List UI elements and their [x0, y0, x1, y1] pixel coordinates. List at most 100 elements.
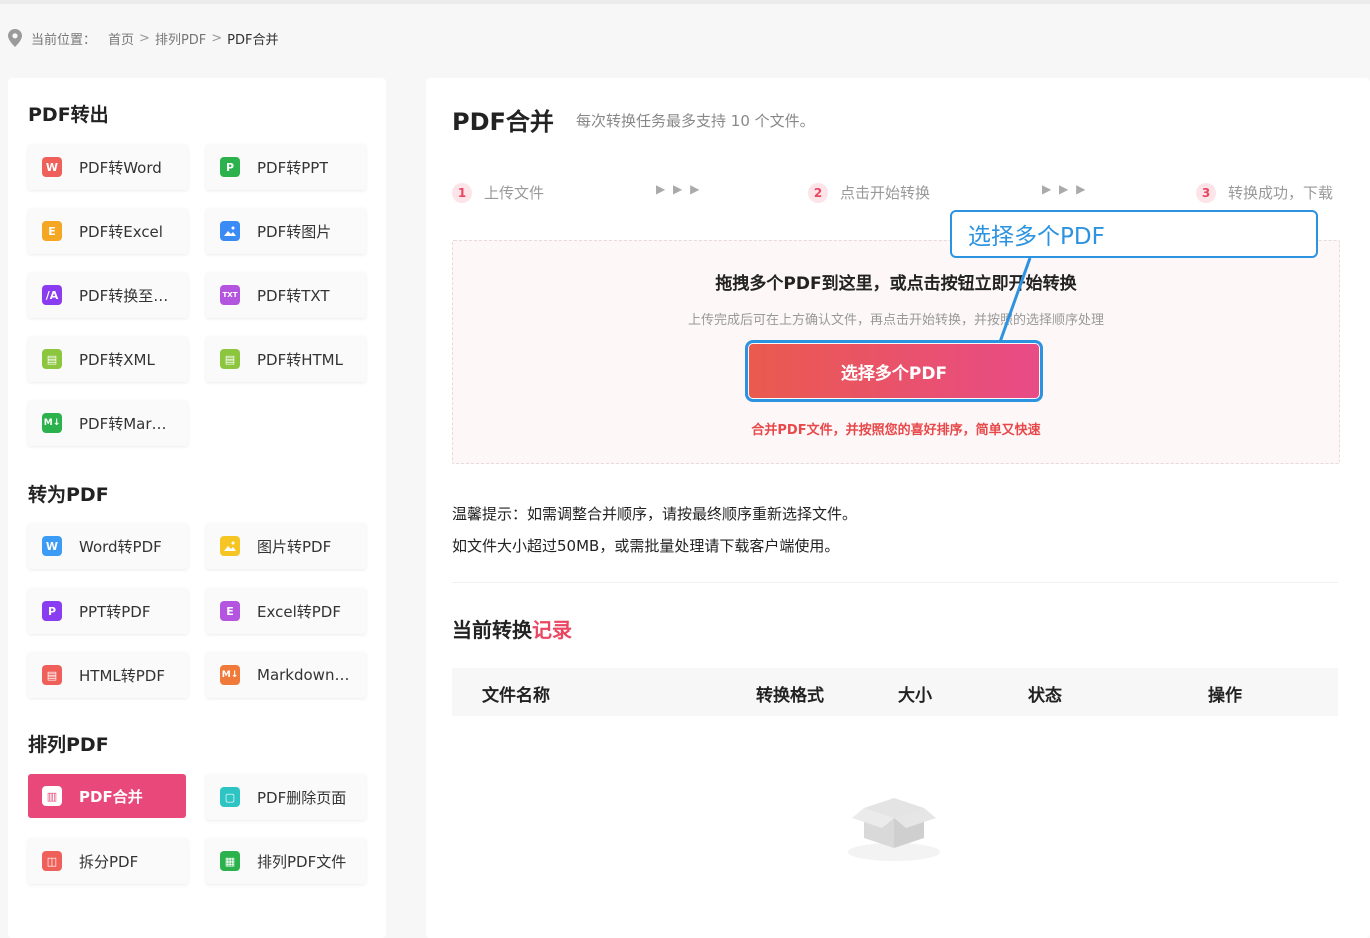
tool-label: 图片转PDF: [257, 537, 332, 556]
breadcrumb-label: 当前位置：: [31, 32, 97, 48]
tool-label: PDF转HTML: [257, 350, 343, 369]
excel-icon: E: [220, 601, 240, 621]
ppt-icon: P: [42, 601, 62, 621]
section-title-pdf-export: PDF转出: [28, 104, 109, 126]
tool-excel-to-pdf[interactable]: E Excel转PDF: [206, 588, 366, 634]
tool-image-to-pdf[interactable]: 图片转PDF: [206, 523, 366, 569]
annotation-callout: 选择多个PDF: [950, 210, 1318, 258]
tip-line: 温馨提示：如需调整合并顺序，请按最终顺序重新选择文件。: [452, 505, 858, 523]
delete-page-icon: ▢: [220, 787, 240, 807]
tip-line: 如文件大小超过50MB，或需批量处理请下载客户端使用。: [452, 537, 840, 555]
html-icon: ▤: [220, 349, 240, 369]
image-icon: [220, 221, 240, 241]
column-size: 大小: [898, 686, 932, 706]
page-title: PDF合并: [452, 108, 554, 136]
tool-label: PPT转PDF: [79, 602, 151, 621]
step-number: 3: [1196, 182, 1216, 203]
tool-pdf-to-html[interactable]: ▤ PDF转HTML: [206, 336, 366, 382]
image-icon: [220, 536, 240, 556]
word-icon: W: [42, 157, 62, 177]
tool-pdf-to-markdown[interactable]: M↓ PDF转Mar…: [28, 400, 188, 446]
ppt-icon: P: [220, 157, 240, 177]
excel-icon: E: [42, 221, 62, 241]
column-filename: 文件名称: [482, 686, 550, 706]
dropzone-description: 上传完成后可在上方确认文件，再点击开始转换，并按照的选择顺序处理: [687, 313, 1104, 328]
step-start: 2 点击开始转换: [808, 182, 930, 203]
tool-pdf-to-xml[interactable]: ▤ PDF转XML: [28, 336, 188, 382]
upload-dropzone[interactable]: 拖拽多个PDF到这里，或点击按钮立即开始转换 上传完成后可在上方确认文件，再点击…: [452, 240, 1340, 464]
records-title: 当前转换记录: [452, 614, 572, 643]
main-panel: PDF合并 每次转换任务最多支持 10 个文件。 1 上传文件 ▶ ▶ ▶ 2 …: [426, 78, 1370, 938]
breadcrumb-arrange[interactable]: 排列PDF: [155, 29, 206, 48]
tool-label: PDF删除页面: [257, 788, 347, 807]
split-icon: ◫: [42, 851, 62, 871]
tool-word-to-pdf[interactable]: W Word转PDF: [28, 523, 188, 569]
records-title-main: 当前转换: [452, 618, 532, 642]
breadcrumb-separator: >: [211, 30, 223, 46]
tool-markdown-to-pdf[interactable]: M↓ Markdown…: [206, 652, 366, 698]
arrange-icon: ▦: [220, 851, 240, 871]
column-actions: 操作: [1208, 686, 1242, 706]
tool-ppt-to-pdf[interactable]: P PPT转PDF: [28, 588, 188, 634]
dropzone-title: 拖拽多个PDF到这里，或点击按钮立即开始转换: [715, 274, 1077, 294]
empty-box-icon: [848, 798, 940, 861]
tool-label: PDF转换至…: [79, 286, 169, 305]
tool-pdf-to-image[interactable]: PDF转图片: [206, 208, 366, 254]
markdown-icon: M↓: [42, 413, 62, 433]
column-format: 转换格式: [756, 686, 824, 706]
step-arrows-icon: ▶ ▶ ▶: [656, 182, 702, 196]
tool-label: 排列PDF文件: [257, 852, 347, 871]
pdfa-icon: /A: [42, 285, 62, 305]
tool-label: PDF转Mar…: [79, 414, 167, 433]
section-title-arrange-pdf: 排列PDF: [28, 734, 109, 756]
tool-html-to-pdf[interactable]: ▤ HTML转PDF: [28, 652, 188, 698]
top-border: [0, 0, 1370, 4]
breadcrumb-separator: >: [139, 30, 150, 46]
tool-label: Markdown…: [257, 666, 350, 684]
tool-pdf-to-ppt[interactable]: P PDF转PPT: [206, 144, 366, 190]
step-label: 上传文件: [484, 184, 545, 202]
tips: 温馨提示：如需调整合并顺序，请按最终顺序重新选择文件。 如文件大小超过50MB，…: [452, 498, 857, 562]
txt-icon: TXT: [220, 285, 240, 305]
xml-icon: ▤: [42, 349, 62, 369]
divider: [452, 582, 1338, 583]
tool-pdf-to-excel[interactable]: E PDF转Excel: [28, 208, 188, 254]
tool-pdf-merge[interactable]: ▥ PDF合并: [28, 774, 186, 818]
dropzone-tip: 合并PDF文件，并按照您的喜好排序，简单又快速: [751, 423, 1041, 438]
tool-label: PDF转图片: [257, 222, 332, 241]
tool-label: PDF转Excel: [79, 222, 163, 241]
tool-label: PDF合并: [79, 787, 143, 806]
tool-label: PDF转TXT: [257, 286, 330, 305]
step-number: 2: [808, 182, 828, 203]
tool-arrange-pdf[interactable]: ▦ 排列PDF文件: [206, 838, 366, 884]
location-pin-icon: [8, 29, 22, 47]
tool-label: PDF转PPT: [257, 158, 329, 177]
merge-icon: ▥: [42, 786, 62, 806]
records-title-highlight: 记录: [532, 618, 572, 642]
breadcrumb: 当前位置： 首页 > 排列PDF > PDF合并: [8, 28, 279, 48]
tool-pdf-delete-pages[interactable]: ▢ PDF删除页面: [206, 774, 366, 820]
tool-pdf-to-txt[interactable]: TXT PDF转TXT: [206, 272, 366, 318]
tool-pdf-convert-to[interactable]: /A PDF转换至…: [28, 272, 188, 318]
step-number: 1: [452, 182, 472, 203]
breadcrumb-home[interactable]: 首页: [108, 29, 134, 48]
step-download: 3 转换成功，下载: [1196, 182, 1333, 203]
step-label: 转换成功，下载: [1228, 184, 1334, 202]
section-title-to-pdf: 转为PDF: [28, 484, 109, 506]
page-subtitle: 每次转换任务最多支持 10 个文件。: [576, 112, 815, 130]
tool-label: PDF转XML: [79, 350, 155, 369]
tool-label: Word转PDF: [79, 537, 162, 556]
markdown-icon: M↓: [220, 665, 240, 685]
tool-label: 拆分PDF: [79, 852, 139, 871]
step-arrows-icon: ▶ ▶ ▶: [1042, 182, 1088, 196]
tool-label: HTML转PDF: [79, 666, 165, 685]
select-pdfs-button[interactable]: 选择多个PDF: [745, 340, 1043, 402]
tool-label: Excel转PDF: [257, 602, 341, 621]
tool-split-pdf[interactable]: ◫ 拆分PDF: [28, 838, 188, 884]
records-table-header: 文件名称 转换格式 大小 状态 操作: [452, 668, 1338, 716]
column-status: 状态: [1028, 686, 1062, 706]
breadcrumb-current: PDF合并: [227, 32, 279, 48]
step-upload: 1 上传文件: [452, 182, 544, 203]
sidebar: PDF转出 W PDF转Word P PDF转PPT E PDF转Excel P…: [8, 78, 386, 938]
tool-pdf-to-word[interactable]: W PDF转Word: [28, 144, 188, 190]
